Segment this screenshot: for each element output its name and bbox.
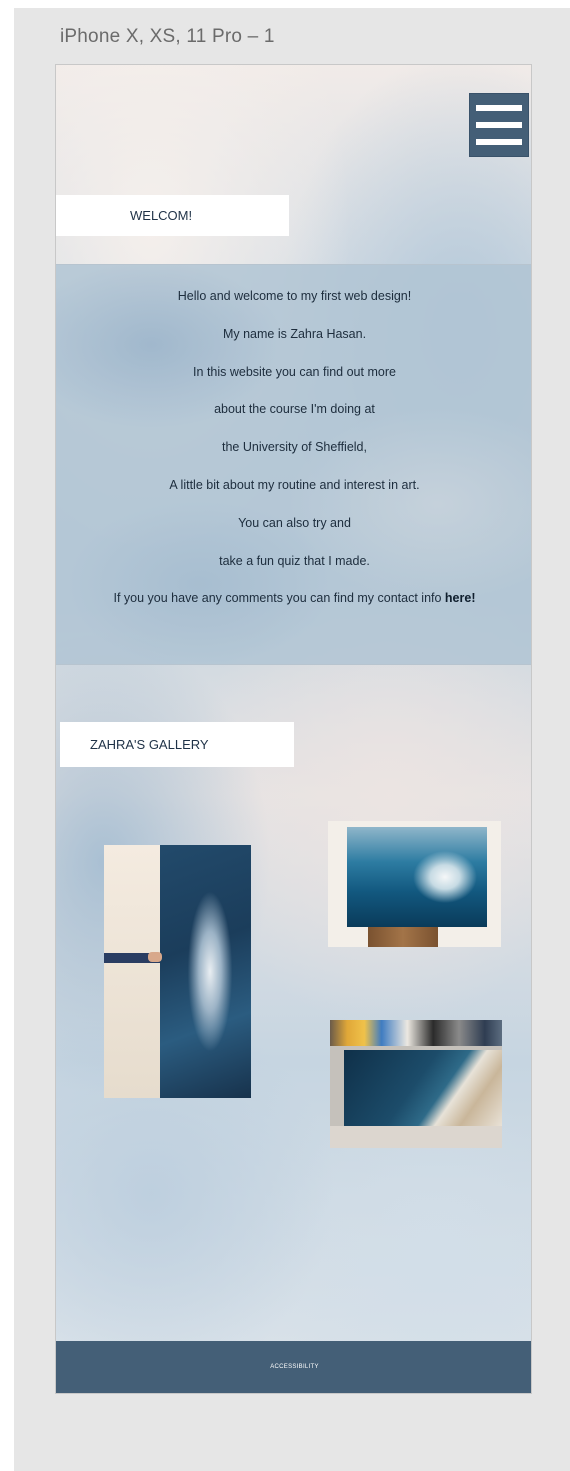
- photo-easel: [368, 927, 438, 947]
- gallery-heading: ZAHRA'S GALLERY: [60, 722, 294, 767]
- intro-line: A little bit about my routine and intere…: [169, 477, 420, 492]
- hamburger-menu-icon: [476, 105, 522, 111]
- welcome-heading: WELCOM!: [56, 195, 289, 236]
- intro-line: about the course I'm doing at: [214, 402, 375, 417]
- whale-painting: [160, 845, 251, 1098]
- intro-line: In this website you can find out more: [193, 364, 396, 379]
- hamburger-menu-icon: [476, 139, 522, 145]
- artboard-title: iPhone X, XS, 11 Pro – 1: [60, 26, 275, 47]
- photo-wall: [104, 845, 160, 1098]
- intro-line: You can also try and: [238, 515, 351, 530]
- photo-hand: [148, 952, 162, 962]
- photo-floor: [330, 1126, 502, 1148]
- gallery-photo-wave[interactable]: [328, 821, 501, 947]
- intro-line: the University of Sheffield,: [222, 440, 367, 455]
- intro-line: take a fun quiz that I made.: [219, 553, 370, 568]
- contact-line: If you you have any comments you can fin…: [56, 589, 531, 627]
- welcome-heading-text: WELCOM!: [130, 208, 193, 223]
- contact-line-text: If you you have any comments you can fin…: [113, 591, 445, 606]
- shore-painting: [344, 1050, 502, 1126]
- intro-text: Hello and welcome to my first web design…: [56, 287, 531, 627]
- hamburger-menu-icon: [476, 122, 522, 128]
- footer: ACCESSIBILITY: [56, 1341, 531, 1393]
- contact-here-link[interactable]: here!: [445, 591, 476, 605]
- hamburger-menu-button[interactable]: [469, 93, 529, 157]
- intro-panel: Hello and welcome to my first web design…: [56, 264, 531, 665]
- intro-line: My name is Zahra Hasan.: [222, 326, 367, 341]
- gallery-heading-text: ZAHRA'S GALLERY: [90, 737, 209, 752]
- intro-line: Hello and welcome to my first web design…: [177, 289, 412, 303]
- mobile-artboard: WELCOM! Hello and welcome to my first we…: [55, 64, 532, 1394]
- gallery-photo-shore[interactable]: [330, 1020, 502, 1148]
- paint-jars: [330, 1020, 502, 1046]
- gallery-photo-whale[interactable]: [104, 845, 251, 1098]
- wave-painting: [347, 827, 487, 927]
- accessibility-link[interactable]: ACCESSIBILITY: [270, 1364, 319, 1370]
